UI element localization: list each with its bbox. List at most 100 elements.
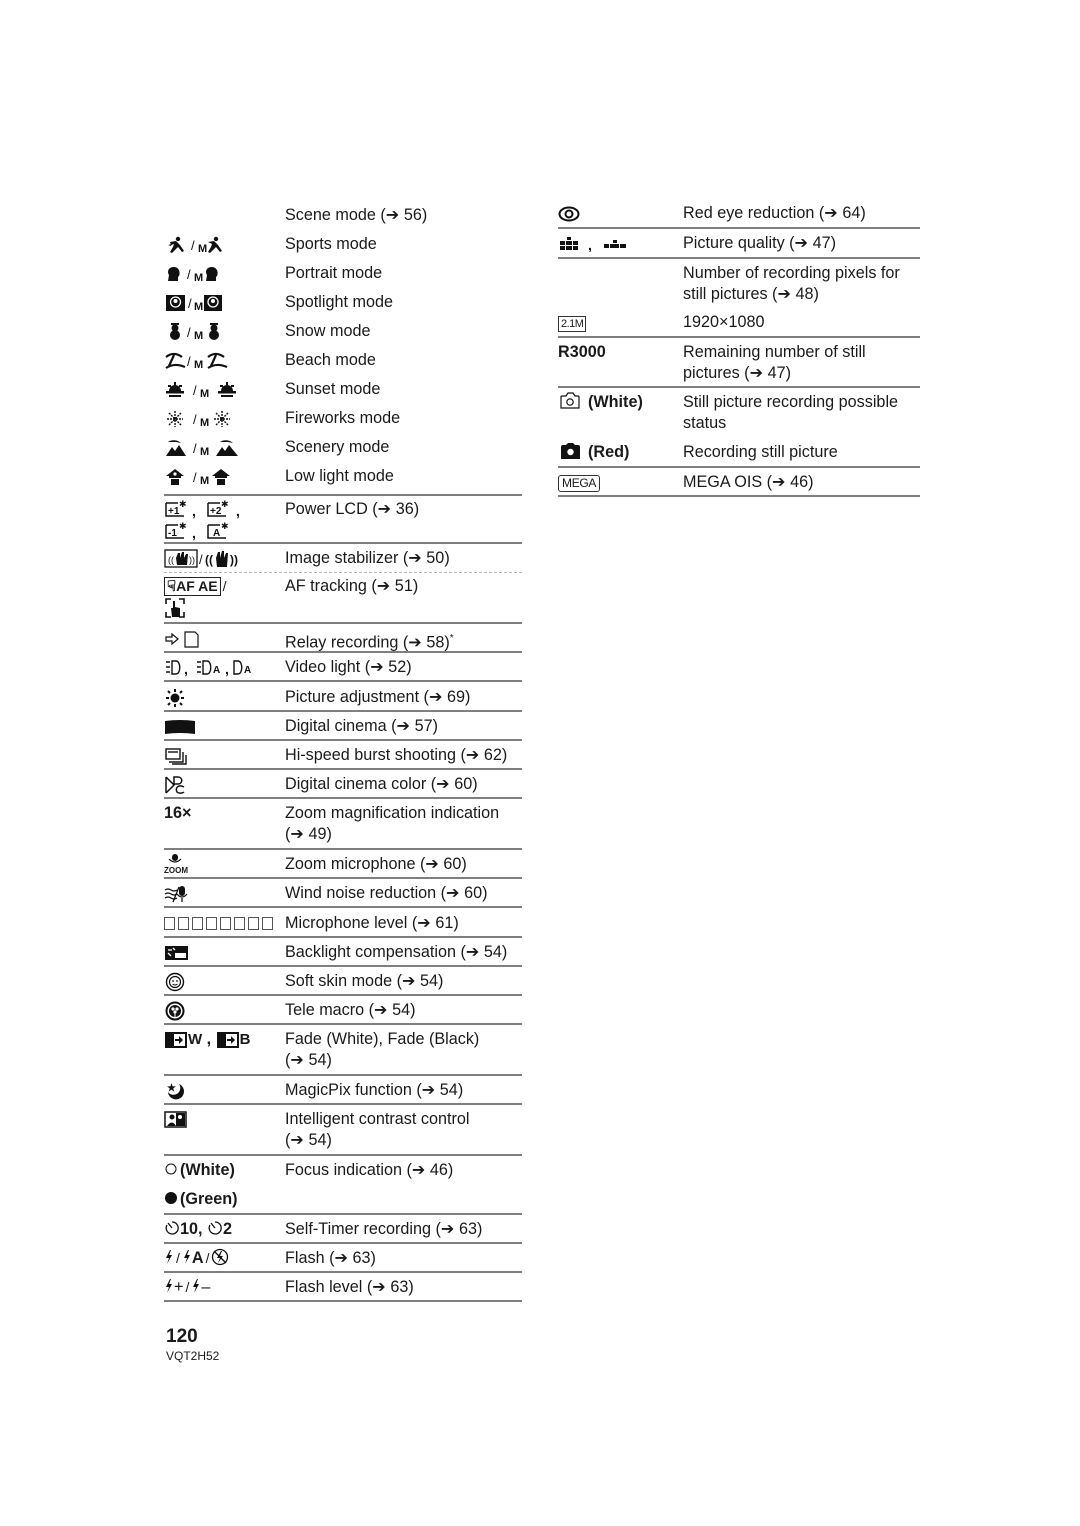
svg-text:M: M bbox=[200, 388, 209, 399]
picture-quality-icon: , bbox=[560, 236, 626, 252]
svg-text:,: , bbox=[588, 237, 592, 252]
row-text: Focus indication (➔ 46) bbox=[285, 1161, 454, 1179]
table-row: Backlight compensation (➔ 54) bbox=[164, 938, 522, 967]
table-row: Wind noise reduction (➔ 60) bbox=[164, 879, 522, 908]
page-number: 120 bbox=[166, 1326, 198, 1347]
focus-white-icon bbox=[165, 1163, 177, 1175]
svg-text:A: A bbox=[244, 665, 251, 676]
row-text: Still picture recording possible bbox=[683, 393, 899, 411]
table-row: Relay recording (➔ 58)* bbox=[164, 624, 522, 653]
camera-white-label: (White) bbox=[588, 393, 643, 411]
self-timer-icon: 10, 2 bbox=[164, 1219, 285, 1242]
row-text: Zoom magnification indication bbox=[285, 804, 500, 822]
remaining-count: R3000 bbox=[558, 343, 606, 361]
relay-recording-icon bbox=[165, 631, 199, 648]
table-row: Picture adjustment (➔ 69) bbox=[164, 682, 522, 712]
svg-text:-1: -1 bbox=[168, 528, 177, 539]
svg-text:/: / bbox=[193, 441, 197, 456]
row-text-2: pictures (➔ 47) bbox=[683, 364, 792, 382]
table-row: Digital cinema (➔ 57) bbox=[164, 712, 522, 741]
row-text: Spotlight mode bbox=[285, 293, 393, 311]
svg-text:M: M bbox=[200, 417, 209, 428]
magicpix-icon: ★ bbox=[167, 1083, 184, 1100]
flash-icon: / A / bbox=[164, 1248, 285, 1271]
svg-text:,: , bbox=[236, 503, 240, 519]
table-row: Scene mode (➔ 56) bbox=[164, 205, 522, 234]
table-row: R3000 Remaining number of still pictures … bbox=[558, 338, 920, 388]
svg-text:)): )) bbox=[189, 555, 195, 565]
svg-text:M: M bbox=[194, 330, 203, 341]
low-light-mode-icon: / M bbox=[166, 468, 230, 486]
row-text bbox=[285, 1189, 522, 1213]
footnote-mark: * bbox=[449, 633, 454, 644]
focus-green-label: (Green) bbox=[180, 1190, 238, 1208]
row-text: MagicPix function (➔ 54) bbox=[285, 1081, 464, 1099]
row-text: Tele macro (➔ 54) bbox=[285, 1001, 416, 1019]
table-row: (Red) Recording still picture bbox=[558, 438, 920, 468]
row-text: Power LCD (➔ 36) bbox=[285, 500, 420, 518]
table-row: Microphone level (➔ 61) bbox=[164, 908, 522, 938]
row-text: AF tracking (➔ 51) bbox=[285, 577, 419, 595]
row-text: Image stabilizer (➔ 50) bbox=[285, 549, 450, 567]
portrait-mode-icon: / M bbox=[168, 266, 218, 283]
row-text: Hi-speed burst shooting (➔ 62) bbox=[285, 746, 508, 764]
svg-text:✱: ✱ bbox=[221, 499, 229, 509]
table-row: (White) Still picture recording possible… bbox=[558, 388, 920, 438]
table-row: (()) /(()) Image stabilizer (➔ 50) bbox=[164, 544, 522, 573]
row-text: Picture quality (➔ 47) bbox=[683, 234, 837, 252]
row-text: Low light mode bbox=[285, 467, 394, 485]
row-text: Flash level (➔ 63) bbox=[285, 1278, 414, 1296]
table-row: / M Beach mode bbox=[164, 350, 522, 379]
table-row: Intelligent contrast control (➔ 54) bbox=[164, 1105, 522, 1156]
row-text: Recording still picture bbox=[683, 443, 838, 461]
row-text: Soft skin mode (➔ 54) bbox=[285, 972, 444, 990]
intelligent-contrast-icon bbox=[164, 1110, 187, 1128]
right-icon-table: Red eye reduction (➔ 64) , Picture quali… bbox=[558, 200, 920, 497]
digital-cinema-icon bbox=[165, 719, 195, 734]
row-text: Portrait mode bbox=[285, 264, 383, 282]
row-text: Remaining number of still bbox=[683, 343, 866, 361]
table-row: ★ MagicPix function (➔ 54) bbox=[164, 1076, 522, 1105]
svg-text:★: ★ bbox=[167, 1083, 176, 1094]
camera-filled-icon bbox=[561, 443, 580, 459]
row-text: Microphone level (➔ 61) bbox=[285, 914, 459, 932]
table-row: 10, 2 Self-Timer recording (➔ 63) bbox=[164, 1215, 522, 1244]
picture-adjustment-icon bbox=[166, 688, 184, 707]
table-row: / M Sports mode bbox=[164, 234, 522, 263]
video-light-icon: , , A A bbox=[166, 660, 251, 677]
row-text-2: (➔ 54) bbox=[285, 1051, 332, 1069]
table-row: W , B Fade (White), Fade (Black) (➔ 54) bbox=[164, 1025, 522, 1076]
table-row: ZOOM Zoom microphone (➔ 60) bbox=[164, 850, 522, 879]
fade-icon: W , B bbox=[164, 1029, 285, 1074]
row-text: Backlight compensation (➔ 54) bbox=[285, 943, 508, 961]
table-row: + / – Flash level (➔ 63) bbox=[164, 1273, 522, 1302]
red-eye-icon bbox=[558, 206, 580, 222]
fireworks-mode-icon: / M bbox=[167, 410, 230, 428]
svg-text:,: , bbox=[225, 661, 229, 677]
svg-text:((: (( bbox=[168, 555, 174, 565]
table-row: MEGA MEGA OIS (➔ 46) bbox=[558, 468, 920, 497]
table-row: Hi-speed burst shooting (➔ 62) bbox=[164, 741, 522, 770]
svg-text:✱: ✱ bbox=[179, 521, 187, 531]
row-text: Digital cinema color (➔ 60) bbox=[285, 775, 478, 793]
row-text: 1920×1080 bbox=[683, 313, 765, 331]
row-text: Beach mode bbox=[285, 351, 376, 369]
af-tracking-touch-icon bbox=[165, 598, 185, 619]
svg-text:((: (( bbox=[205, 553, 213, 567]
row-text: Self-Timer recording (➔ 63) bbox=[285, 1220, 483, 1238]
table-row: (Green) bbox=[164, 1185, 522, 1215]
row-text: Intelligent contrast control bbox=[285, 1110, 470, 1128]
svg-text:)): )) bbox=[230, 553, 238, 567]
row-text: Snow mode bbox=[285, 322, 371, 340]
zoom-microphone-icon: ZOOM bbox=[164, 854, 285, 877]
svg-text:/: / bbox=[188, 296, 192, 311]
soft-skin-icon bbox=[165, 972, 185, 991]
table-row: / M Spotlight mode bbox=[164, 292, 522, 321]
focus-white-label: (White) bbox=[180, 1161, 235, 1179]
row-text: Sports mode bbox=[285, 235, 377, 253]
svg-text:,: , bbox=[192, 525, 196, 541]
table-row: / M Scenery mode bbox=[164, 437, 522, 466]
wind-noise-icon bbox=[164, 885, 188, 902]
svg-text:M: M bbox=[194, 301, 203, 312]
burst-shooting-icon bbox=[165, 748, 187, 765]
